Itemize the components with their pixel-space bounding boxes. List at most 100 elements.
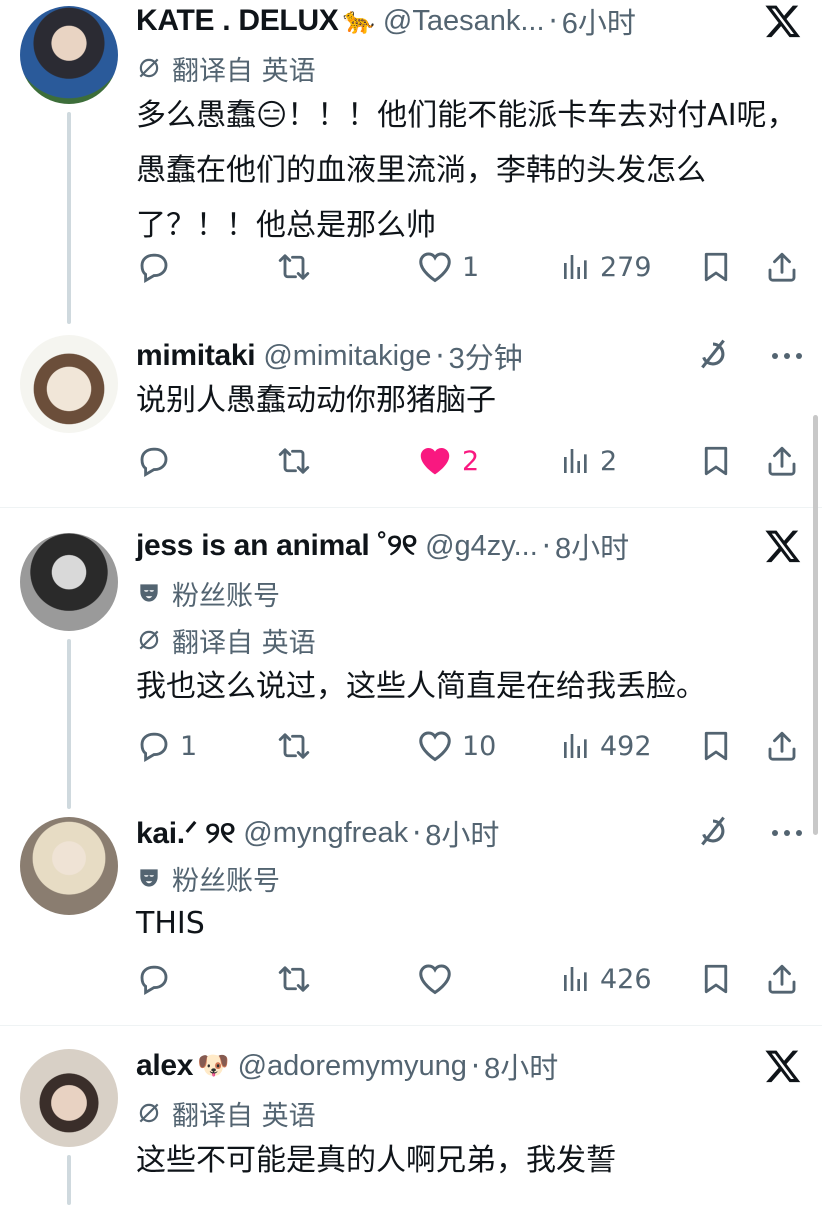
fan-account-label: 粉丝账号 bbox=[136, 858, 280, 898]
tweet-text: 我也这么说过，这些人简直是在给我丢脸。 bbox=[136, 669, 706, 704]
translate-icon bbox=[136, 1100, 162, 1126]
tweet-text: THIS bbox=[136, 906, 205, 941]
separator-dot: · bbox=[412, 816, 422, 850]
tweet-alex[interactable]: alex 🐶 @adoremymyung · 8小时 翻译自 英语 这些不可能是… bbox=[0, 1045, 822, 1205]
share-button[interactable] bbox=[764, 242, 800, 292]
action-bar: 2 2 bbox=[134, 436, 802, 486]
translated-from-label[interactable]: 翻译自 英语 bbox=[136, 1093, 316, 1133]
separator-dot: · bbox=[541, 529, 551, 563]
avatar[interactable] bbox=[20, 817, 118, 915]
separator-dot: · bbox=[548, 4, 558, 38]
display-name[interactable]: alex bbox=[136, 1049, 194, 1083]
translated-from-label[interactable]: 翻译自 英语 bbox=[136, 620, 316, 660]
share-icon bbox=[764, 728, 800, 764]
share-icon bbox=[764, 961, 800, 997]
retweet-icon bbox=[276, 961, 312, 997]
display-name[interactable]: mimitaki bbox=[136, 339, 256, 373]
scrollbar[interactable] bbox=[813, 415, 818, 835]
tweet-header: kai.ᐟ ୨୧ @myngfreak · 8小时 bbox=[136, 812, 499, 854]
display-name[interactable]: jess is an animal ˚୨୧ bbox=[136, 529, 417, 563]
retweet-icon bbox=[276, 443, 312, 479]
user-handle[interactable]: @myngfreak bbox=[243, 817, 408, 850]
translated-text: 翻译自 英语 bbox=[172, 1100, 316, 1132]
tweet-kate-delux[interactable]: KATE . DELUX 🐆 @Taesank... · 6小时 翻译自 英语 … bbox=[0, 0, 822, 324]
more-options-button[interactable] bbox=[772, 814, 802, 852]
user-handle[interactable]: @mimitakige bbox=[263, 340, 431, 373]
tweet-header: KATE . DELUX 🐆 @Taesank... · 6小时 bbox=[136, 0, 636, 42]
timestamp[interactable]: 8小时 bbox=[425, 812, 499, 854]
avatar[interactable] bbox=[20, 533, 118, 631]
like-button[interactable]: 2 bbox=[416, 436, 479, 486]
retweet-button[interactable] bbox=[276, 242, 320, 292]
views-button[interactable]: 492 bbox=[560, 721, 652, 771]
views-button[interactable]: 426 bbox=[560, 954, 652, 1004]
more-options-button[interactable] bbox=[772, 337, 802, 375]
like-button[interactable]: 1 bbox=[416, 242, 479, 292]
reply-button[interactable]: 1 bbox=[136, 721, 197, 771]
views-button[interactable]: 279 bbox=[560, 242, 652, 292]
tweet-jess[interactable]: jess is an animal ˚୨୧ @g4zy... · 8小时 粉丝账… bbox=[0, 525, 822, 810]
timestamp[interactable]: 8小时 bbox=[484, 1045, 558, 1087]
like-button[interactable]: 10 bbox=[416, 721, 496, 771]
share-icon bbox=[764, 249, 800, 285]
share-button[interactable] bbox=[764, 954, 800, 1004]
share-button[interactable] bbox=[764, 436, 800, 486]
translated-from-label[interactable]: 翻译自 英语 bbox=[136, 48, 316, 88]
display-name[interactable]: KATE . DELUX bbox=[136, 4, 339, 38]
x-logo-icon bbox=[764, 527, 802, 565]
name-emoji: 🐆 bbox=[342, 6, 375, 36]
user-handle[interactable]: @g4zy... bbox=[425, 530, 538, 563]
retweet-icon bbox=[276, 728, 312, 764]
user-handle[interactable]: @Taesank... bbox=[383, 5, 545, 38]
divider bbox=[0, 1025, 822, 1026]
retweet-icon bbox=[276, 249, 312, 285]
tweet-header: alex 🐶 @adoremymyung · 8小时 bbox=[136, 1045, 558, 1087]
translated-text: 翻译自 英语 bbox=[172, 55, 316, 87]
avatar[interactable] bbox=[20, 6, 118, 104]
tweet-mimitaki[interactable]: mimitaki @mimitakige · 3分钟 说别人愚蠢动动你那猪脑子 … bbox=[0, 335, 822, 505]
action-bar: 426 bbox=[134, 954, 802, 1004]
views-icon bbox=[560, 963, 592, 995]
grok-icon[interactable] bbox=[696, 335, 730, 373]
fan-account-text: 粉丝账号 bbox=[172, 580, 280, 612]
heart-icon bbox=[416, 727, 454, 765]
avatar[interactable] bbox=[20, 1049, 118, 1147]
separator-dot: · bbox=[435, 339, 445, 373]
grok-icon[interactable] bbox=[696, 812, 730, 850]
thread-line bbox=[67, 639, 71, 809]
reply-icon bbox=[136, 961, 172, 997]
x-logo-icon bbox=[764, 1047, 802, 1085]
bookmark-button[interactable] bbox=[698, 954, 734, 1004]
bookmark-button[interactable] bbox=[698, 436, 734, 486]
reply-button[interactable] bbox=[136, 954, 180, 1004]
action-bar: 1 279 bbox=[134, 242, 802, 292]
thread-line bbox=[67, 112, 71, 324]
heart-icon bbox=[416, 442, 454, 480]
retweet-button[interactable] bbox=[276, 721, 320, 771]
display-name[interactable]: kai.ᐟ ୨୧ bbox=[136, 816, 236, 851]
timestamp[interactable]: 6小时 bbox=[562, 0, 636, 42]
fan-account-label: 粉丝账号 bbox=[136, 573, 280, 613]
retweet-button[interactable] bbox=[276, 436, 320, 486]
timestamp[interactable]: 8小时 bbox=[555, 525, 629, 567]
tweet-text: 多么愚蠢😑！！！他们能不能派卡车去对付AI呢，愚蠢在他们的血液里流淌，李韩的头发… bbox=[136, 98, 797, 243]
bookmark-button[interactable] bbox=[698, 242, 734, 292]
bookmark-button[interactable] bbox=[698, 721, 734, 771]
heart-icon bbox=[416, 248, 454, 286]
share-button[interactable] bbox=[764, 721, 800, 771]
timestamp[interactable]: 3分钟 bbox=[449, 335, 523, 377]
translate-icon bbox=[136, 627, 162, 653]
reply-icon bbox=[136, 443, 172, 479]
views-button[interactable]: 2 bbox=[560, 436, 617, 486]
retweet-button[interactable] bbox=[276, 954, 320, 1004]
reply-button[interactable] bbox=[136, 436, 180, 486]
tweet-kai[interactable]: kai.ᐟ ୨୧ @myngfreak · 8小时 粉丝账号 THIS 426 bbox=[0, 812, 822, 1012]
avatar[interactable] bbox=[20, 335, 118, 433]
user-handle[interactable]: @adoremymyung bbox=[238, 1050, 467, 1083]
separator-dot: · bbox=[470, 1049, 481, 1083]
like-button[interactable] bbox=[416, 954, 462, 1004]
reply-icon bbox=[136, 728, 172, 764]
translate-icon bbox=[136, 55, 162, 81]
reply-button[interactable] bbox=[136, 242, 180, 292]
translated-text: 翻译自 英语 bbox=[172, 627, 316, 659]
